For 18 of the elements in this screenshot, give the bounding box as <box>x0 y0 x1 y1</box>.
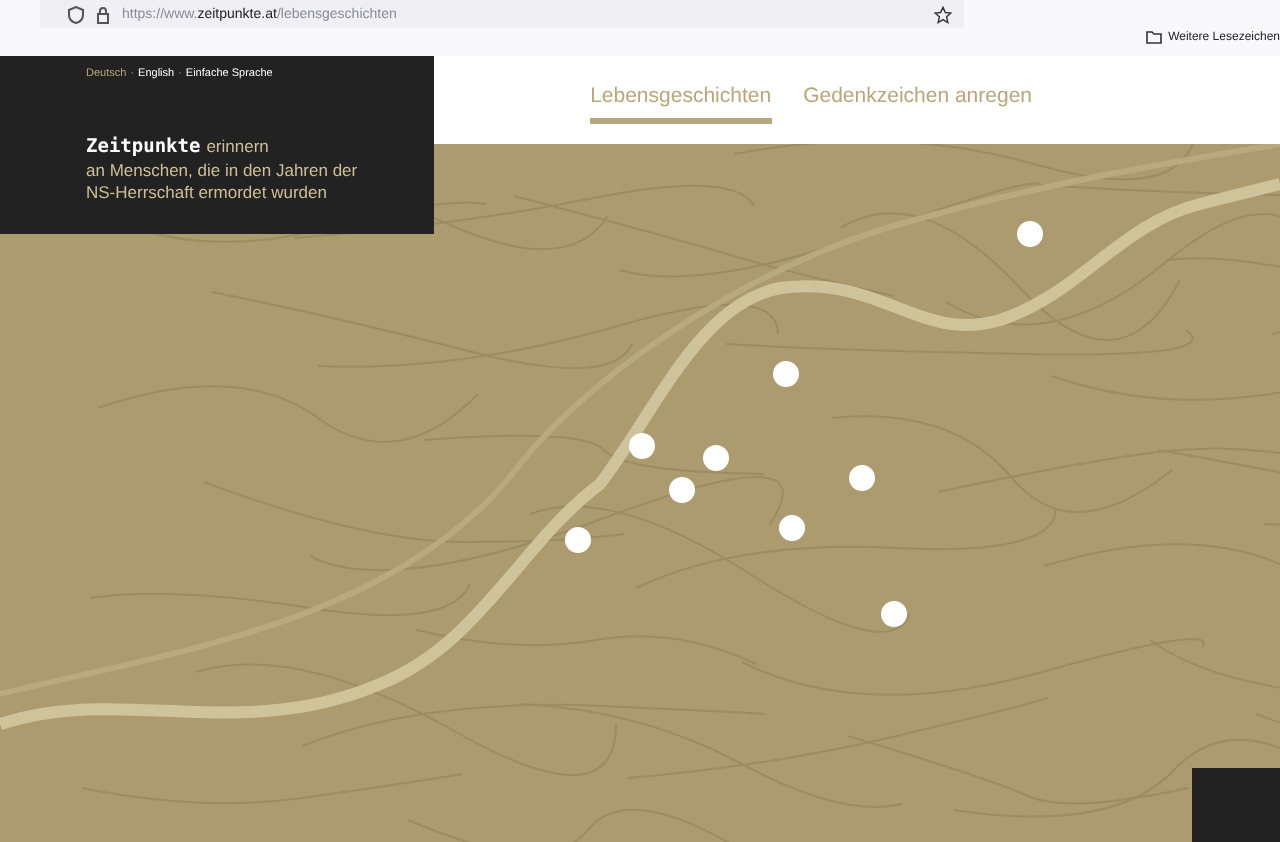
intro-text: erinnern <box>206 136 269 156</box>
map-pin[interactable] <box>669 477 695 503</box>
map-pin[interactable] <box>849 465 875 491</box>
intro-text: NS-Herrschaft ermordet wurden <box>86 182 329 202</box>
map-pin[interactable] <box>1017 221 1043 247</box>
map-pin[interactable] <box>881 601 907 627</box>
shield-icon <box>68 5 84 23</box>
map-pin[interactable] <box>629 433 655 459</box>
intro-text: an Menschen, die in den Jahren der <box>86 160 360 180</box>
map-pin[interactable] <box>565 527 591 553</box>
map-pin[interactable] <box>773 361 799 387</box>
star-icon[interactable] <box>934 5 952 23</box>
lock-icon <box>96 5 110 23</box>
brand-name: Zeitpunkte <box>86 136 201 158</box>
map-pin[interactable] <box>703 445 729 471</box>
map-pin[interactable] <box>779 515 805 541</box>
folder-icon <box>1146 30 1163 44</box>
corner-panel <box>1192 768 1280 842</box>
